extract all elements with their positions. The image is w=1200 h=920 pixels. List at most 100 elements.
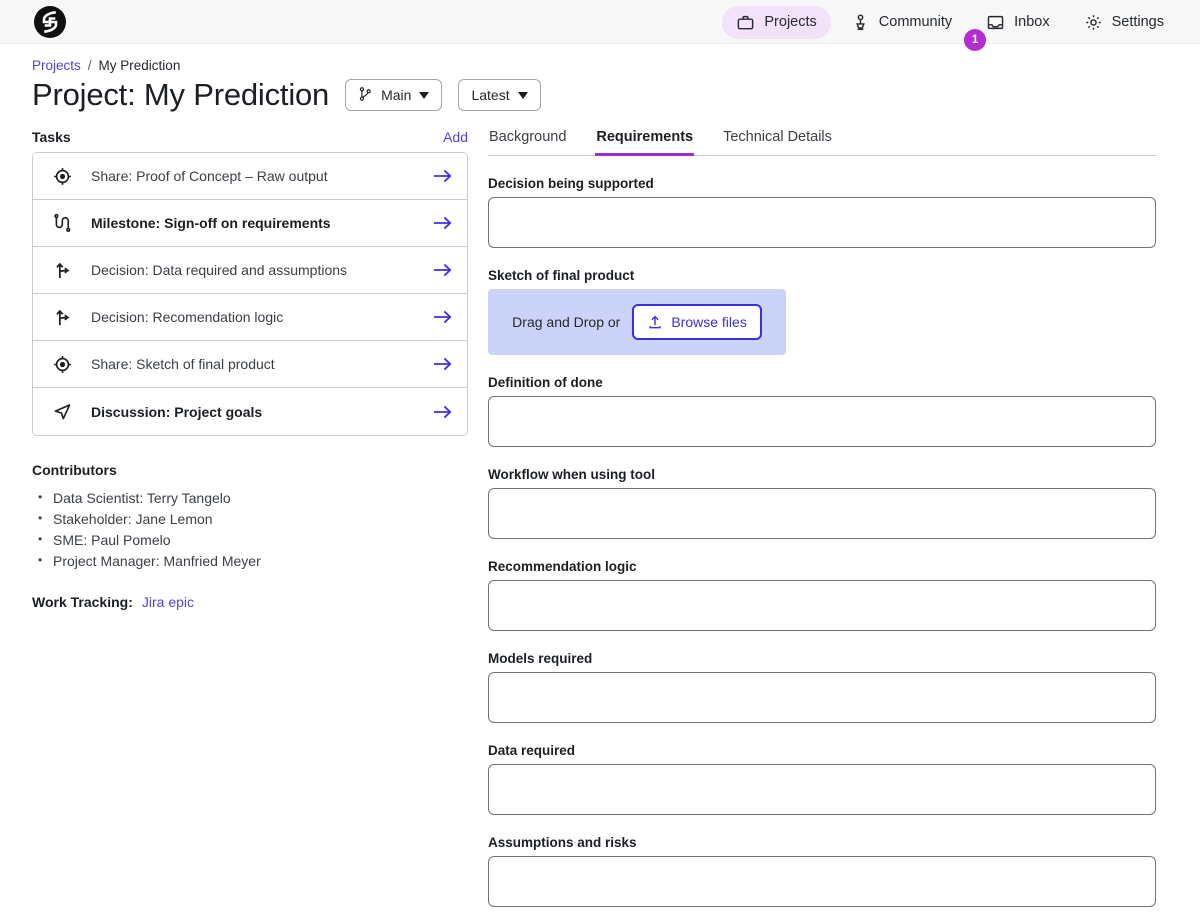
branch-fork-icon <box>33 260 91 281</box>
field-label: Sketch of final product <box>488 268 1156 283</box>
inbox-icon <box>986 13 1005 32</box>
tab-requirements[interactable]: Requirements <box>595 129 694 156</box>
left-column: Tasks Add Share: Proof of Concept – Raw … <box>0 129 468 907</box>
work-tracking-label: Work Tracking: <box>32 594 133 610</box>
version-dropdown[interactable]: Latest <box>458 79 540 111</box>
gear-icon <box>1084 13 1103 32</box>
models-required-input[interactable] <box>488 672 1156 723</box>
arrow-right-icon[interactable] <box>427 261 453 279</box>
page-header: Projects / My Prediction Project: My Pre… <box>0 44 1200 113</box>
branch-dropdown-label: Main <box>381 87 411 103</box>
arrow-right-icon[interactable] <box>427 308 453 326</box>
tab-technical-details[interactable]: Technical Details <box>722 129 833 156</box>
upload-icon <box>647 314 663 330</box>
people-icon <box>851 13 870 32</box>
workflow-when-using-tool-input[interactable] <box>488 488 1156 539</box>
task-label: Decision: Data required and assumptions <box>91 262 427 278</box>
task-label: Milestone: Sign-off on requirements <box>91 215 427 231</box>
file-dropzone[interactable]: Drag and Drop or Browse files <box>488 289 786 355</box>
field-definition-of-done: Definition of done <box>488 375 1156 447</box>
page-title: Project: My Prediction <box>32 77 329 113</box>
nav-label-projects: Projects <box>764 14 816 30</box>
nav-item-settings[interactable]: Settings <box>1070 6 1178 39</box>
tab-background[interactable]: Background <box>488 129 567 156</box>
nav-item-community[interactable]: Community <box>837 6 966 39</box>
decision-being-supported-input[interactable] <box>488 197 1156 248</box>
task-row[interactable]: Milestone: Sign-off on requirements <box>33 200 467 247</box>
top-navigation-bar: Projects Community Inbox 1 <box>0 0 1200 44</box>
nav-item-projects[interactable]: Projects <box>722 6 830 39</box>
field-workflow-when-using-tool: Workflow when using tool <box>488 467 1156 539</box>
content-tabs: Background Requirements Technical Detail… <box>488 129 1156 156</box>
chevron-down-icon <box>518 92 528 99</box>
field-sketch-of-final-product: Sketch of final product Drag and Drop or… <box>488 268 1156 355</box>
page-body: Tasks Add Share: Proof of Concept – Raw … <box>0 113 1200 907</box>
recommendation-logic-input[interactable] <box>488 580 1156 631</box>
list-item: SME: Paul Pomelo <box>32 530 468 551</box>
contributors-list: Data Scientist: Terry Tangelo Stakeholde… <box>32 488 468 572</box>
field-label: Data required <box>488 743 1156 758</box>
list-item: Stakeholder: Jane Lemon <box>32 509 468 530</box>
field-models-required: Models required <box>488 651 1156 723</box>
data-required-input[interactable] <box>488 764 1156 815</box>
arrow-right-icon[interactable] <box>427 167 453 185</box>
list-item: Project Manager: Manfried Meyer <box>32 551 468 572</box>
milestone-icon <box>33 213 91 234</box>
target-icon <box>33 354 91 375</box>
version-dropdown-label: Latest <box>471 87 509 103</box>
right-column: Background Requirements Technical Detail… <box>468 129 1168 907</box>
field-label: Models required <box>488 651 1156 666</box>
field-label: Assumptions and risks <box>488 835 1156 850</box>
field-recommendation-logic: Recommendation logic <box>488 559 1156 631</box>
task-row[interactable]: Decision: Data required and assumptions <box>33 247 467 294</box>
arrow-right-icon[interactable] <box>427 355 453 373</box>
work-tracking-row: Work Tracking: Jira epic <box>32 594 468 610</box>
definition-of-done-input[interactable] <box>488 396 1156 447</box>
task-label: Decision: Recomendation logic <box>91 309 427 325</box>
branch-dropdown[interactable]: Main <box>345 79 442 111</box>
contributors-section: Contributors Data Scientist: Terry Tange… <box>32 462 468 572</box>
breadcrumb-separator: / <box>88 58 92 73</box>
briefcase-icon <box>736 13 755 32</box>
field-label: Recommendation logic <box>488 559 1156 574</box>
task-row[interactable]: Decision: Recomendation logic <box>33 294 467 341</box>
nav-label-community: Community <box>879 14 952 30</box>
task-label: Discussion: Project goals <box>91 404 427 420</box>
jira-epic-link[interactable]: Jira epic <box>142 594 194 610</box>
breadcrumb: Projects / My Prediction <box>32 58 1200 73</box>
nav-item-inbox[interactable]: Inbox 1 <box>972 6 1063 39</box>
nav-label-inbox: Inbox <box>1014 14 1049 30</box>
nav-label-settings: Settings <box>1112 14 1164 30</box>
task-row[interactable]: Share: Proof of Concept – Raw output <box>33 153 467 200</box>
chevron-down-icon <box>419 92 429 99</box>
primary-nav: Projects Community Inbox 1 <box>722 0 1178 44</box>
git-branch-icon <box>358 86 373 105</box>
task-row[interactable]: Discussion: Project goals <box>33 388 467 435</box>
breadcrumb-current: My Prediction <box>99 58 181 73</box>
arrow-right-icon[interactable] <box>427 403 453 421</box>
branch-fork-icon <box>33 307 91 328</box>
arrow-right-icon[interactable] <box>427 214 453 232</box>
app-logo-icon[interactable] <box>28 0 72 44</box>
assumptions-and-risks-input[interactable] <box>488 856 1156 907</box>
field-label: Workflow when using tool <box>488 467 1156 482</box>
task-label: Share: Sketch of final product <box>91 356 427 372</box>
task-row[interactable]: Share: Sketch of final product <box>33 341 467 388</box>
field-data-required: Data required <box>488 743 1156 815</box>
task-label: Share: Proof of Concept – Raw output <box>91 168 427 184</box>
paper-plane-icon <box>33 401 91 422</box>
browse-files-button[interactable]: Browse files <box>632 304 761 340</box>
title-row: Project: My Prediction Main Latest <box>32 77 1200 113</box>
tasks-section-header: Tasks Add <box>32 129 468 145</box>
add-task-link[interactable]: Add <box>443 129 468 145</box>
breadcrumb-link-projects[interactable]: Projects <box>32 58 81 73</box>
field-label: Definition of done <box>488 375 1156 390</box>
tasks-title: Tasks <box>32 129 71 145</box>
inbox-unread-badge: 1 <box>964 29 986 51</box>
field-label: Decision being supported <box>488 176 1156 191</box>
list-item: Data Scientist: Terry Tangelo <box>32 488 468 509</box>
field-decision-being-supported: Decision being supported <box>488 176 1156 248</box>
target-icon <box>33 166 91 187</box>
tasks-list: Share: Proof of Concept – Raw output Mil… <box>32 152 468 436</box>
browse-files-label: Browse files <box>671 314 746 330</box>
